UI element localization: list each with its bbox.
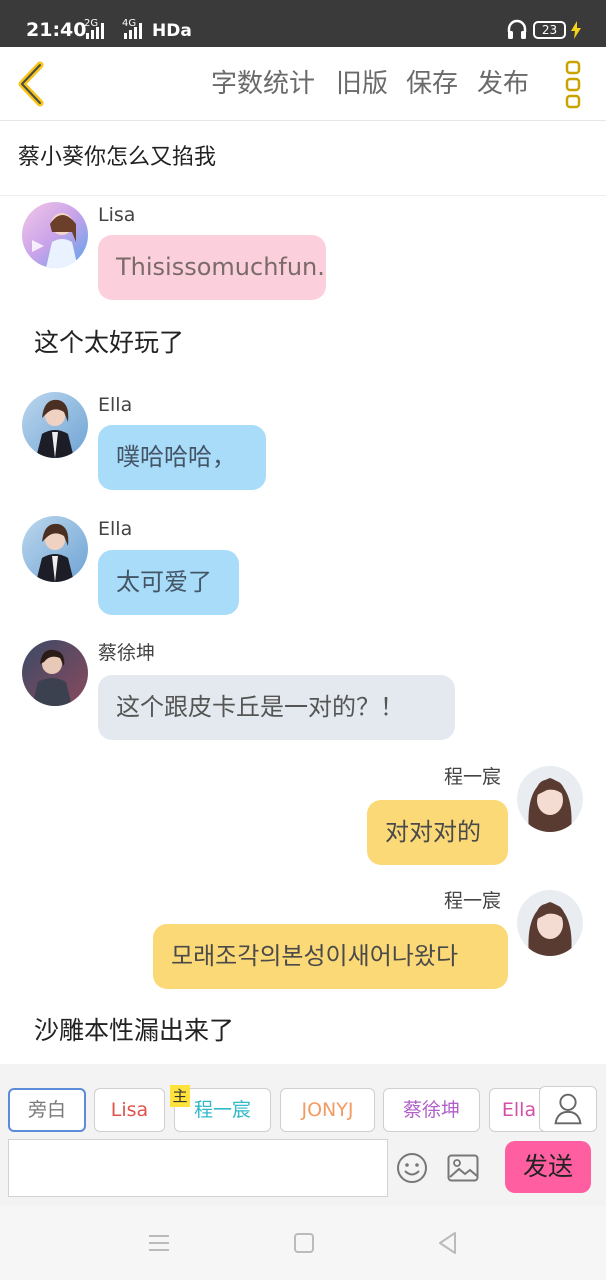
chengyichen-avatar[interactable] bbox=[517, 890, 583, 956]
role-chip-jonyj[interactable]: JONYJ bbox=[280, 1088, 375, 1132]
sender-name: 蔡徐坤 bbox=[98, 642, 156, 664]
message-bubble[interactable]: 噗哈哈哈， bbox=[98, 425, 266, 490]
composer-panel: 旁白 Lisa 程一宸 主 JONYJ 蔡徐坤 Ella 发送 bbox=[0, 1064, 606, 1206]
role-chip-caixukun[interactable]: 蔡徐坤 bbox=[383, 1088, 480, 1132]
message-bubble[interactable]: Thisissomuchfun. bbox=[98, 235, 326, 300]
word-count-button[interactable]: 字数统计 bbox=[211, 67, 315, 101]
smiley-icon[interactable] bbox=[396, 1152, 428, 1184]
person-icon bbox=[554, 1093, 582, 1125]
chat-area[interactable]: Lisa Thisissomuchfun. 这个太好玩了 Ella 噗哈哈哈， bbox=[0, 196, 606, 1064]
story-title: 蔡小葵你怎么又掐我 bbox=[18, 145, 217, 170]
ella-avatar[interactable] bbox=[22, 392, 88, 458]
role-chip-lisa[interactable]: Lisa bbox=[94, 1088, 165, 1132]
headphone-icon bbox=[507, 19, 527, 39]
back-triangle-icon[interactable] bbox=[435, 1230, 461, 1256]
sender-name: Ella bbox=[98, 394, 133, 416]
sender-name: Ella bbox=[98, 518, 133, 540]
image-icon[interactable] bbox=[447, 1154, 479, 1182]
status-bar: 21:40 2G 4G HDa 23 bbox=[0, 0, 606, 47]
more-options-button[interactable] bbox=[562, 59, 584, 109]
signal-bars-1-icon bbox=[86, 21, 104, 39]
narration-text[interactable]: 这个太好玩了 bbox=[34, 326, 184, 360]
add-role-button[interactable] bbox=[539, 1086, 597, 1132]
sender-name: 程一宸 bbox=[444, 890, 502, 912]
message-bubble[interactable]: 这个跟皮卡丘是一对的？！ bbox=[98, 675, 455, 740]
role-chip-narrator[interactable]: 旁白 bbox=[8, 1088, 86, 1132]
app-root: 21:40 2G 4G HDa 23 字数统计 旧版 保存 发布 蔡小葵你怎么又… bbox=[0, 0, 606, 1280]
message-bubble[interactable]: 모래조각의본성이새어나왔다 bbox=[153, 924, 508, 989]
old-version-button[interactable]: 旧版 bbox=[336, 67, 388, 101]
story-title-row[interactable]: 蔡小葵你怎么又掐我 bbox=[0, 121, 606, 196]
sender-name: Lisa bbox=[98, 204, 136, 226]
narration-text[interactable]: 沙雕本性漏出来了 bbox=[34, 1014, 234, 1048]
battery-level: 23 bbox=[533, 21, 566, 39]
sender-name: 程一宸 bbox=[444, 766, 502, 788]
lisa-avatar[interactable] bbox=[22, 202, 88, 268]
signal-bars-2-icon bbox=[124, 21, 142, 39]
status-time: 21:40 bbox=[26, 19, 87, 41]
message-input[interactable] bbox=[8, 1139, 388, 1197]
back-button[interactable] bbox=[12, 59, 52, 109]
system-nav-bar bbox=[0, 1206, 606, 1280]
caixukun-avatar[interactable] bbox=[22, 640, 88, 706]
ella-avatar[interactable] bbox=[22, 516, 88, 582]
publish-button[interactable]: 发布 bbox=[477, 67, 529, 101]
save-button[interactable]: 保存 bbox=[406, 67, 458, 101]
menu-icon[interactable] bbox=[146, 1230, 172, 1256]
hd-indicator: HDa bbox=[152, 21, 192, 41]
charging-bolt-icon bbox=[571, 21, 581, 39]
message-bubble[interactable]: 太可爱了 bbox=[98, 550, 239, 615]
message-bubble[interactable]: 对对对的 bbox=[367, 800, 508, 865]
host-badge: 主 bbox=[170, 1085, 190, 1107]
top-app-bar: 字数统计 旧版 保存 发布 bbox=[0, 47, 606, 121]
home-square-icon[interactable] bbox=[291, 1230, 317, 1256]
send-button[interactable]: 发送 bbox=[505, 1141, 591, 1193]
chengyichen-avatar[interactable] bbox=[517, 766, 583, 832]
